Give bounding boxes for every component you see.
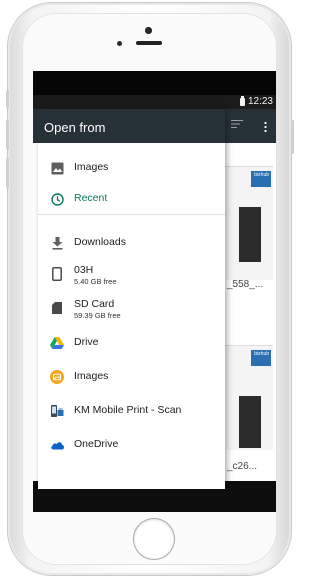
thumb-brand-2: bizhub [254,351,269,357]
download-icon [49,235,65,251]
printer-image [239,207,261,262]
drawer-item-label: OneDrive [74,438,119,450]
sd-card-icon [49,300,65,316]
drawer-item-label: Downloads [74,236,126,248]
image-icon [49,160,65,176]
file-thumbnail-2[interactable]: bizhub [225,345,273,450]
phone-storage-icon [49,266,65,282]
overflow-menu-icon[interactable] [264,121,267,133]
drawer-item-label: 03H [74,264,94,276]
phone-volume-down [6,158,9,188]
drawer-item-drive[interactable]: Drive [38,329,225,357]
drawer-item-03h[interactable]: 03H 5.40 GB free [38,260,225,288]
file-name-2: _c26... [227,461,258,472]
gallery-app-icon [49,369,65,385]
drawer-item-sd-card[interactable]: SD Card 59.39 GB free [38,294,225,322]
drawer-item-label: SD Card [74,298,115,310]
status-bar: 12:23 [33,95,276,109]
phone-screen: 12:23 bizhub _558_... bizhub _c26... Ope… [33,71,276,512]
sort-icon[interactable] [231,119,243,129]
drawer-item-recent[interactable]: Recent [38,185,225,213]
open-from-drawer: Open from Images Recent Downloads 03H 5.… [38,109,225,489]
drawer-divider [38,214,225,215]
google-drive-icon [49,335,65,351]
drawer-item-onedrive[interactable]: OneDrive [38,431,225,459]
drawer-item-label: Images [74,370,109,382]
phone-volume-up [6,120,9,150]
status-time: 12:23 [247,96,273,107]
top-bezel-area [33,71,276,95]
earpiece-speaker [136,41,162,45]
drawer-item-km-mobile-print[interactable]: KM Mobile Print - Scan [38,397,225,425]
drawer-item-images[interactable]: Images [38,154,225,182]
battery-icon [239,95,245,106]
drawer-item-label: Recent [74,192,108,204]
phone-power-button [291,120,294,154]
drawer-item-label: Images [74,161,109,173]
file-name-1: _558_... [227,279,264,290]
onedrive-icon [49,437,65,453]
drawer-title: Open from [44,120,106,135]
drawer-item-images-app[interactable]: Images [38,363,225,391]
bottom-bezel-area [33,489,276,512]
storage-free-text: 5.40 GB free [74,277,117,286]
phone-side-button [6,90,9,108]
drawer-item-downloads[interactable]: Downloads [38,229,225,257]
thumb-brand-1: bizhub [254,172,269,178]
clock-icon [49,191,65,207]
home-button[interactable] [133,518,175,560]
storage-free-text: 59.39 GB free [74,311,121,320]
front-camera [145,27,152,34]
file-thumbnail-1[interactable]: bizhub [225,166,273,280]
printer-image [239,396,261,448]
proximity-sensor [117,41,122,46]
drawer-item-label: KM Mobile Print - Scan [74,404,182,416]
drawer-header: Open from [38,109,225,143]
drawer-item-label: Drive [74,336,99,348]
km-mobile-print-icon [49,403,65,419]
